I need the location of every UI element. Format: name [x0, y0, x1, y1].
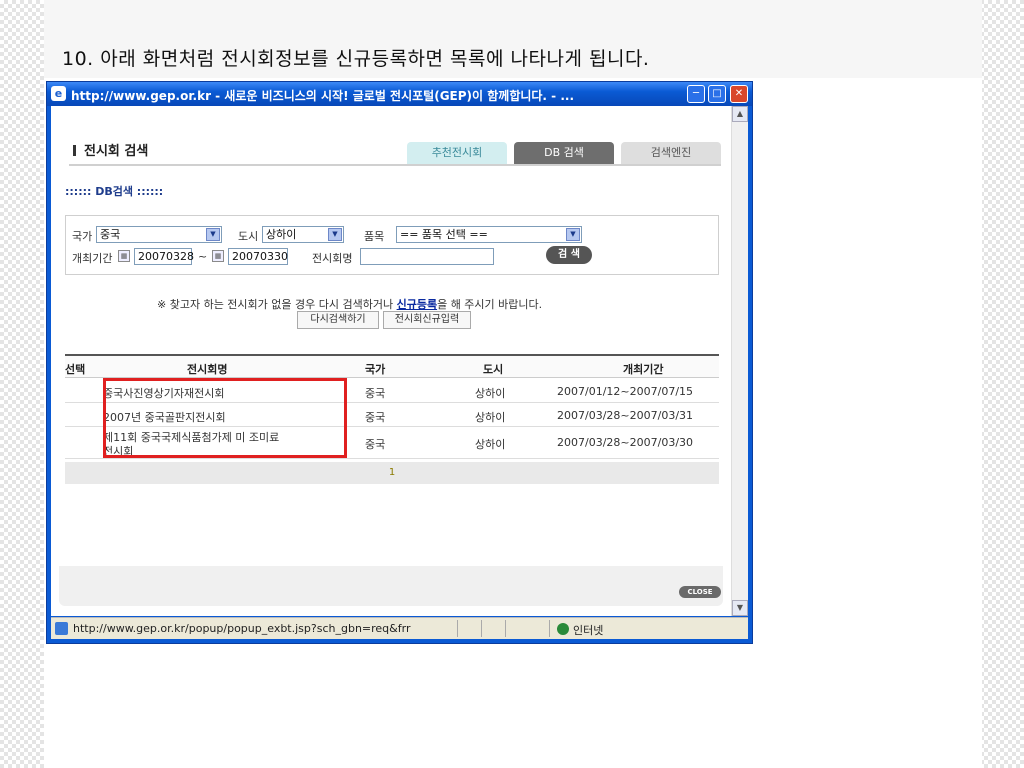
period-label: 개최기간: [72, 252, 113, 265]
search-button[interactable]: 검 색: [546, 246, 592, 264]
col-period: 개최기간: [623, 363, 664, 376]
calendar-icon[interactable]: ▦: [212, 250, 224, 262]
search-form: 국가 중국 ▼ 도시 상하이 ▼ 품목 == 품목 선택 == ▼ 개최기간 ▦…: [65, 215, 719, 275]
chevron-down-icon: ▼: [328, 228, 342, 241]
date-to-input[interactable]: 20070330: [228, 248, 288, 265]
chevron-down-icon: ▼: [206, 228, 220, 241]
page-icon: [55, 622, 68, 635]
ie-icon: e: [51, 86, 66, 101]
row-city: 상하이: [475, 438, 506, 451]
search-panel: 전시회 검색 추천전시회 DB 검색 검색엔진 :::::: DB검색 ::::…: [59, 120, 723, 582]
city-select[interactable]: 상하이 ▼: [262, 226, 344, 243]
col-city: 도시: [483, 363, 504, 376]
status-divider: [549, 620, 550, 637]
country-label: 국가: [72, 230, 93, 243]
exhibition-name-input[interactable]: [360, 248, 494, 265]
db-search-subtitle: :::::: DB검색 ::::::: [65, 185, 164, 198]
slide-title: 10. 아래 화면처럼 전시회정보를 신규등록하면 목록에 나타나게 됩니다.: [62, 48, 650, 70]
item-label: 품목: [364, 230, 385, 243]
row-period: 2007/03/28~2007/03/30: [557, 436, 694, 449]
status-bar: http://www.gep.or.kr/popup/popup_exbt.js…: [51, 617, 748, 639]
col-name: 전시회명: [187, 363, 228, 376]
page-number[interactable]: 1: [389, 467, 395, 478]
calendar-icon[interactable]: ▦: [118, 250, 130, 262]
status-divider: [505, 620, 506, 637]
globe-icon: [557, 623, 569, 635]
notice-post: 을 해 주시기 바랍니다.: [437, 298, 543, 311]
table-header: 선택 전시회명 국가 도시 개최기간: [65, 356, 719, 378]
row-city: 상하이: [475, 387, 506, 400]
pagination: 1: [65, 462, 719, 484]
minimize-button[interactable]: ─: [687, 85, 705, 103]
row-country: 중국: [365, 438, 386, 451]
tab-db-search[interactable]: DB 검색: [514, 142, 614, 164]
city-label: 도시: [238, 230, 259, 243]
item-value: == 품목 선택 ==: [400, 228, 488, 241]
new-register-link[interactable]: 신규등록: [397, 298, 437, 311]
register-exhibition-button[interactable]: 전시회신규입력: [383, 311, 471, 329]
slide: 10. 아래 화면처럼 전시회정보를 신규등록하면 목록에 나타나게 됩니다. …: [44, 0, 982, 768]
vertical-scrollbar[interactable]: ▲ ▼: [731, 106, 748, 616]
date-from-input[interactable]: 20070328: [134, 248, 194, 265]
status-url: http://www.gep.or.kr/popup/popup_exbt.js…: [73, 622, 411, 635]
country-select[interactable]: 중국 ▼: [96, 226, 222, 243]
row-period: 2007/03/28~2007/03/31: [557, 409, 694, 422]
maximize-button[interactable]: □: [708, 85, 726, 103]
row-country: 중국: [365, 411, 386, 424]
country-value: 중국: [100, 228, 121, 241]
tab-search-engine[interactable]: 검색엔진: [621, 142, 721, 164]
scroll-down-icon[interactable]: ▼: [732, 600, 748, 616]
row-city: 상하이: [475, 411, 506, 424]
window-titlebar[interactable]: e http://www.gep.or.kr - 새로운 비즈니스의 시작! 글…: [47, 82, 752, 106]
browser-popup-window: e http://www.gep.or.kr - 새로운 비즈니스의 시작! 글…: [46, 81, 753, 644]
date-range-tilde: ~: [198, 250, 208, 263]
row-country: 중국: [365, 387, 386, 400]
status-divider: [457, 620, 458, 637]
highlight-box: [103, 378, 347, 458]
notice-pre: ※ 찾고자 하는 전시회가 없을 경우 다시 검색하거나: [157, 298, 397, 311]
window-title: http://www.gep.or.kr - 새로운 비즈니스의 시작! 글로벌…: [71, 89, 575, 103]
status-divider: [481, 620, 482, 637]
notice-text: ※ 찾고자 하는 전시회가 없을 경우 다시 검색하거나 신규등록을 해 주시기…: [157, 296, 542, 312]
close-button[interactable]: CLOSE: [679, 586, 721, 598]
window-client-area: 전시회 검색 추천전시회 DB 검색 검색엔진 :::::: DB검색 ::::…: [51, 106, 748, 616]
city-value: 상하이: [266, 228, 297, 241]
page-content: 전시회 검색 추천전시회 DB 검색 검색엔진 :::::: DB검색 ::::…: [51, 106, 731, 616]
research-button[interactable]: 다시검색하기: [297, 311, 379, 329]
section-title: 전시회 검색: [73, 140, 148, 159]
close-window-button[interactable]: ✕: [730, 85, 748, 103]
row-period: 2007/01/12~2007/07/15: [557, 385, 694, 398]
exhibition-name-label: 전시회명: [312, 252, 353, 265]
scroll-up-icon[interactable]: ▲: [732, 106, 748, 122]
chevron-down-icon: ▼: [566, 228, 580, 241]
item-select[interactable]: == 품목 선택 == ▼: [396, 226, 582, 243]
col-country: 국가: [365, 363, 386, 376]
panel-footer: [59, 566, 723, 606]
zone-label: 인터넷: [573, 624, 604, 637]
tab-recommended[interactable]: 추천전시회: [407, 142, 507, 164]
tab-divider: [69, 164, 721, 166]
col-select: 선택: [65, 363, 86, 376]
